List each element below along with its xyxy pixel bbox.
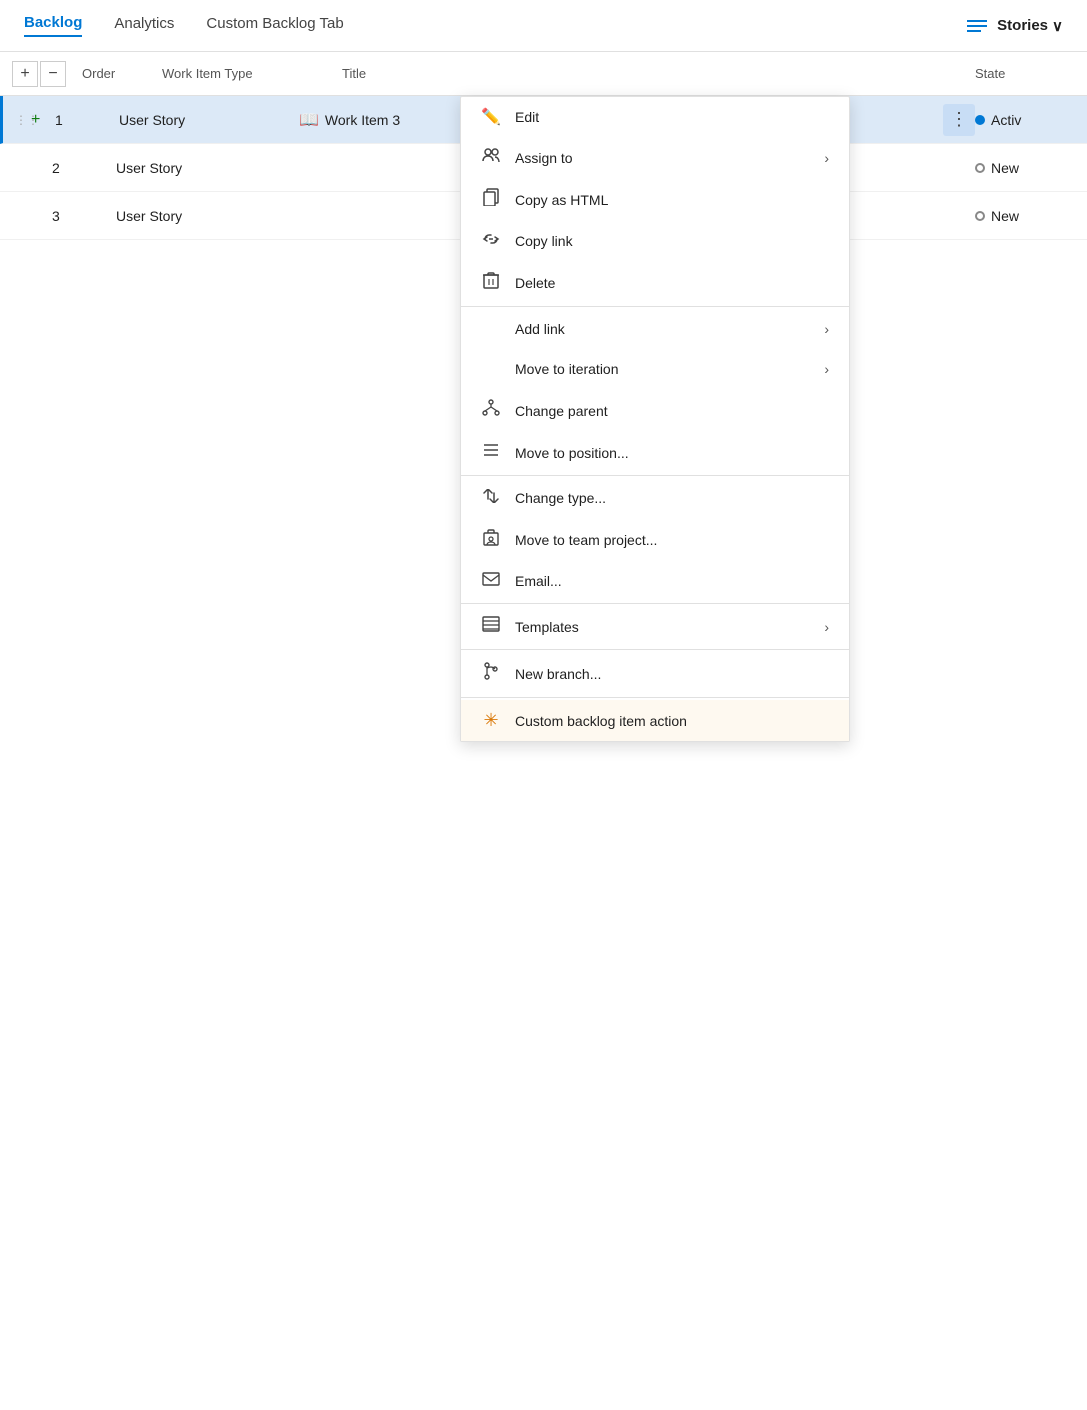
drag-handle[interactable]: ⋮⋮ [15, 113, 31, 127]
row-type: User Story [119, 112, 299, 128]
stories-dropdown[interactable]: Stories ∨ [997, 17, 1063, 35]
menu-divider [461, 603, 849, 604]
menu-label-assign-to: Assign to [515, 150, 810, 166]
add-remove-buttons: + − [12, 61, 66, 87]
menu-label-email: Email... [515, 573, 829, 589]
menu-label-change-type: Change type... [515, 490, 829, 506]
menu-item-add-link[interactable]: Add link › [461, 309, 849, 349]
menu-label-templates: Templates [515, 619, 810, 635]
row-state: New [975, 160, 1075, 176]
menu-item-templates[interactable]: Templates › [461, 606, 849, 647]
stories-label: Stories [997, 17, 1048, 34]
table-header: + − Order Work Item Type Title State [0, 52, 1087, 96]
menu-item-change-parent[interactable]: Change parent [461, 389, 849, 432]
menu-label-custom-action: Custom backlog item action [515, 713, 829, 729]
menu-item-new-branch[interactable]: New branch... [461, 652, 849, 695]
table-body: ⋮⋮ + 1 User Story 📖 Work Item 3 ⋮ Activ … [0, 96, 1087, 240]
row-state: Activ [975, 112, 1075, 128]
move-team-project-icon [481, 528, 501, 551]
menu-item-copy-link[interactable]: Copy link [461, 221, 849, 261]
menu-item-edit[interactable]: ✏️ Edit [461, 97, 849, 137]
state-label: New [991, 160, 1019, 176]
chevron-down-icon: ∨ [1052, 17, 1063, 35]
filter-icon[interactable] [967, 20, 987, 32]
change-type-icon [481, 489, 501, 508]
more-actions-button[interactable]: ⋮ [943, 104, 975, 136]
assign-icon [481, 147, 501, 168]
menu-label-edit: Edit [515, 109, 829, 125]
remove-button[interactable]: − [40, 61, 66, 87]
menu-label-move-position: Move to position... [515, 445, 829, 461]
menu-label-copy-html: Copy as HTML [515, 192, 829, 208]
row-state: New [975, 208, 1075, 224]
state-dot-new [975, 163, 985, 173]
nav-custom-tab[interactable]: Custom Backlog Tab [206, 15, 343, 36]
edit-icon: ✏️ [481, 107, 501, 127]
templates-icon [481, 616, 501, 637]
move-position-icon [481, 442, 501, 463]
row-add-icon[interactable]: + [31, 111, 51, 129]
context-menu: ✏️ Edit Assign to › [460, 96, 850, 742]
menu-label-add-link: Add link [515, 321, 810, 337]
menu-label-move-team-project: Move to team project... [515, 532, 829, 548]
menu-divider [461, 475, 849, 476]
copy-link-icon [481, 232, 501, 251]
menu-label-copy-link: Copy link [515, 233, 829, 249]
nav-backlog[interactable]: Backlog [24, 14, 82, 37]
state-label: Activ [991, 112, 1021, 128]
arrow-icon: › [824, 150, 829, 166]
row-type: User Story [116, 208, 296, 224]
state-dot-active [975, 115, 985, 125]
menu-item-delete[interactable]: Delete [461, 261, 849, 304]
menu-item-copy-html[interactable]: Copy as HTML [461, 178, 849, 221]
row-order: 2 [52, 160, 116, 176]
column-state: State [975, 66, 1075, 81]
menu-label-change-parent: Change parent [515, 403, 829, 419]
state-label: New [991, 208, 1019, 224]
arrow-icon: › [824, 361, 829, 377]
column-title: Title [342, 66, 975, 81]
arrow-icon: › [824, 619, 829, 635]
menu-item-assign-to[interactable]: Assign to › [461, 137, 849, 178]
menu-label-move-iteration: Move to iteration [515, 361, 810, 377]
nav-analytics[interactable]: Analytics [114, 15, 174, 36]
menu-divider [461, 649, 849, 650]
menu-label-delete: Delete [515, 275, 829, 291]
copy-html-icon [481, 188, 501, 211]
menu-item-move-iteration[interactable]: Move to iteration › [461, 349, 849, 389]
menu-item-move-position[interactable]: Move to position... [461, 432, 849, 473]
top-navigation: Backlog Analytics Custom Backlog Tab Sto… [0, 0, 1087, 52]
menu-item-email[interactable]: Email... [461, 561, 849, 601]
menu-label-new-branch: New branch... [515, 666, 829, 682]
delete-icon [481, 271, 501, 294]
menu-item-custom-action[interactable]: ✳ Custom backlog item action [461, 700, 849, 741]
work-item-book-icon: 📖 [299, 110, 319, 130]
row-type: User Story [116, 160, 296, 176]
new-branch-icon [481, 662, 501, 685]
menu-item-move-team-project[interactable]: Move to team project... [461, 518, 849, 561]
column-order: Order [82, 66, 162, 81]
nav-right-controls: Stories ∨ [967, 17, 1063, 35]
column-type: Work Item Type [162, 66, 342, 81]
add-button[interactable]: + [12, 61, 38, 87]
menu-divider [461, 306, 849, 307]
menu-item-change-type[interactable]: Change type... [461, 478, 849, 518]
row-order: 1 [55, 112, 119, 128]
email-icon [481, 572, 501, 591]
state-dot-new [975, 211, 985, 221]
menu-divider [461, 697, 849, 698]
arrow-icon: › [824, 321, 829, 337]
custom-action-icon: ✳ [481, 710, 501, 731]
row-order: 3 [52, 208, 116, 224]
change-parent-icon [481, 399, 501, 422]
